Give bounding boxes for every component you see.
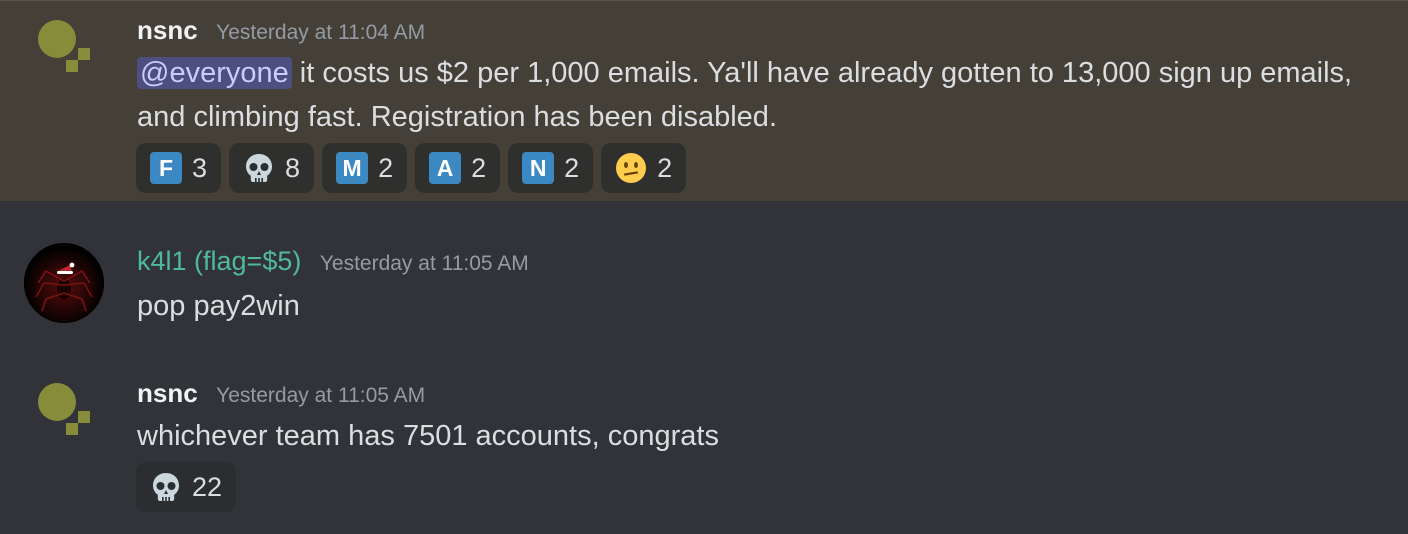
reaction-bar: 22: [136, 462, 237, 512]
message-header: nsnc Yesterday at 11:04 AM: [137, 15, 425, 46]
message-text: pop pay2win: [137, 290, 300, 322]
reaction-count: 2: [471, 152, 487, 183]
avatar[interactable]: [24, 243, 104, 323]
message-3: nsnc Yesterday at 11:05 AM whichever tea…: [0, 341, 1408, 534]
reaction-count: 8: [285, 152, 301, 183]
reaction-count: 22: [192, 471, 223, 502]
mention[interactable]: @everyone: [137, 57, 292, 89]
message-text: whichever team has 7501 accounts, congra…: [137, 420, 719, 452]
timestamp: Yesterday at 11:05 AM: [319, 252, 529, 275]
avatar[interactable]: [24, 20, 104, 100]
message-header: nsnc Yesterday at 11:05 AM: [137, 378, 425, 409]
regional-indicator-m-icon: M: [336, 152, 369, 184]
reaction-count: 3: [192, 152, 208, 183]
reaction-m[interactable]: M 2: [322, 143, 408, 193]
reaction-bar: F 3 8 M 2 A 2 N 2 2: [136, 143, 687, 193]
reaction-count: 2: [657, 152, 673, 183]
regional-indicator-f-icon: F: [150, 152, 182, 184]
message-2: k4l1 (flag=$5) Yesterday at 11:05 AM pop…: [0, 201, 1408, 341]
reaction-count: 2: [378, 152, 394, 183]
confused-face-icon: [615, 152, 647, 184]
avatar[interactable]: [24, 383, 104, 463]
reaction-confused[interactable]: 2: [601, 143, 687, 193]
message-1: nsnc Yesterday at 11:04 AM @everyone it …: [0, 0, 1408, 201]
message-body: it costs us $2 per 1,000 emails. Ya'll h…: [137, 57, 1353, 133]
skull-icon: [150, 471, 182, 503]
message-text: @everyone it costs us $2 per 1,000 email…: [137, 51, 1357, 139]
reaction-a[interactable]: A 2: [415, 143, 501, 193]
regional-indicator-a-icon: A: [429, 152, 462, 184]
skull-icon: [243, 152, 275, 184]
username[interactable]: k4l1 (flag=$5): [137, 246, 301, 276]
reaction-skull[interactable]: 22: [136, 462, 237, 512]
username[interactable]: nsnc: [137, 378, 198, 408]
reaction-n[interactable]: N 2: [508, 143, 594, 193]
timestamp: Yesterday at 11:05 AM: [216, 384, 426, 407]
spider-icon: [24, 243, 104, 323]
timestamp: Yesterday at 11:04 AM: [216, 21, 426, 44]
reaction-f[interactable]: F 3: [136, 143, 222, 193]
message-header: k4l1 (flag=$5) Yesterday at 11:05 AM: [137, 246, 529, 277]
regional-indicator-n-icon: N: [522, 152, 555, 184]
username[interactable]: nsnc: [137, 15, 198, 45]
reaction-skull[interactable]: 8: [229, 143, 315, 193]
reaction-count: 2: [564, 152, 580, 183]
